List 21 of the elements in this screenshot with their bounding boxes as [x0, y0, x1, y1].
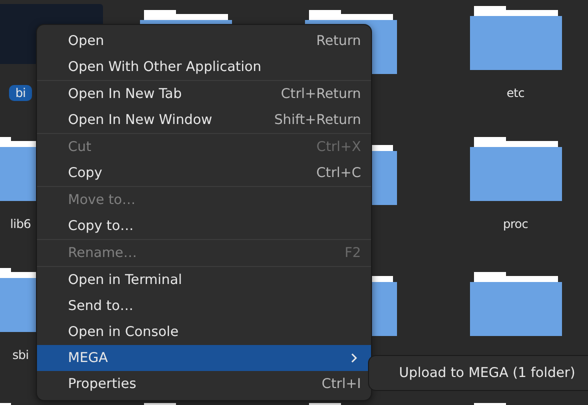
folder-name[interactable]: sbi [6, 347, 35, 363]
menu-item[interactable]: Open in Terminal [37, 267, 371, 293]
menu-item[interactable]: Copy Ctrl+C [37, 160, 371, 186]
chevron-right-icon [351, 353, 357, 363]
folder-name[interactable]: lib6 [4, 216, 37, 232]
menu-item[interactable]: Open In New Window Shift+Return [37, 107, 371, 133]
menu-item[interactable]: Open With Other Application [37, 54, 371, 80]
menu-item[interactable]: Properties Ctrl+I [37, 371, 371, 397]
menu-item[interactable]: MEGA [37, 345, 371, 371]
folder-icon[interactable] [470, 270, 562, 336]
menu-item[interactable]: Send to… [37, 293, 371, 319]
folder-name[interactable]: bi [9, 85, 32, 101]
menu-item[interactable]: Open in Console [37, 319, 371, 345]
folder-name[interactable]: etc [500, 85, 530, 101]
folder-name[interactable]: proc [496, 216, 534, 232]
folder-icon[interactable] [470, 4, 562, 70]
folder-icon[interactable] [470, 135, 562, 201]
menu-item[interactable]: Open In New Tab Ctrl+Return [37, 81, 371, 107]
menu-item[interactable]: Upload to MEGA (1 folder) [369, 359, 588, 387]
menu-item[interactable]: Copy to… [37, 213, 371, 239]
menu-item[interactable]: Open Return [37, 28, 371, 54]
